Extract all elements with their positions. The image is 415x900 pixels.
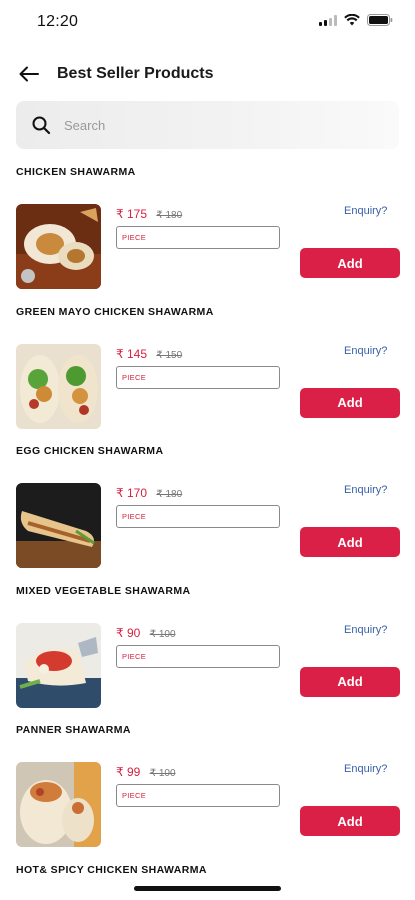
status-time: 12:20 <box>37 13 79 30</box>
enquiry-link[interactable]: Enquiry? <box>344 624 387 636</box>
unit-selector[interactable]: PIECE <box>116 505 280 528</box>
product-mrp: ₹ 100 <box>149 628 176 640</box>
enquiry-link[interactable]: Enquiry? <box>344 205 387 217</box>
product-name: MIXED VEGETABLE SHAWARMA <box>16 584 191 597</box>
enquiry-link[interactable]: Enquiry? <box>344 345 387 357</box>
wifi-icon <box>344 14 360 26</box>
unit-selector[interactable]: PIECE <box>116 226 280 249</box>
unit-selector[interactable]: PIECE <box>116 784 280 807</box>
product-mrp: ₹ 180 <box>156 210 183 221</box>
product-image-egg-chicken-shawarma[interactable] <box>16 483 101 568</box>
page-title: Best Seller Products <box>57 65 214 82</box>
product-mrp: ₹ 100 <box>149 768 176 779</box>
product-name: CHICKEN SHAWARMA <box>16 166 136 178</box>
product-price: ₹ 175 ₹ 180 <box>116 207 183 221</box>
product-image-green-mayo-chicken-shawarma[interactable] <box>16 343 101 429</box>
product-price: ₹ 145 ₹ 150 <box>116 346 183 361</box>
product-item: EGG CHICKEN SHAWARMA ₹ 170 ₹ 180 PIECE E… <box>0 441 415 581</box>
enquiry-link[interactable]: Enquiry? <box>344 763 387 775</box>
product-item: GREEN MAYO CHICKEN SHAWARMA ₹ 145 ₹ 150 … <box>0 302 415 442</box>
product-image-mixed-vegetable-shawarma[interactable] <box>16 622 101 708</box>
product-image-panner-shawarma[interactable] <box>16 762 101 847</box>
product-name: GREEN MAYO CHICKEN SHAWARMA <box>16 305 214 318</box>
status-icons <box>319 14 393 26</box>
add-button[interactable]: Add <box>300 666 400 697</box>
product-name: PANNER SHAWARMA <box>16 724 131 736</box>
search-bar[interactable] <box>16 101 399 149</box>
add-button[interactable]: Add <box>300 387 400 418</box>
product-list: CHICKEN SHAWARMA ₹ 175 ₹ 180 PIECE Enqui… <box>0 162 415 860</box>
back-arrow-icon[interactable] <box>16 61 42 87</box>
search-icon <box>32 116 51 135</box>
unit-selector[interactable]: PIECE <box>116 644 280 668</box>
product-image-chicken-shawarma[interactable] <box>16 204 101 289</box>
add-button[interactable]: Add <box>300 527 400 557</box>
product-price: ₹ 90 ₹ 100 <box>116 625 176 640</box>
status-bar: 12:20 <box>0 0 415 46</box>
product-price: ₹ 99 ₹ 100 <box>116 765 176 779</box>
product-mrp: ₹ 180 <box>156 489 183 500</box>
add-button[interactable]: Add <box>300 806 400 836</box>
product-item: PANNER SHAWARMA ₹ 99 ₹ 100 PIECE Enquiry… <box>0 720 415 860</box>
product-price: ₹ 170 ₹ 180 <box>116 486 183 500</box>
app-header: Best Seller Products <box>0 56 415 92</box>
add-button[interactable]: Add <box>300 248 400 278</box>
home-indicator[interactable] <box>134 886 281 891</box>
product-item: CHICKEN SHAWARMA ₹ 175 ₹ 180 PIECE Enqui… <box>0 162 415 302</box>
cellular-signal-icon <box>319 14 337 26</box>
product-item: MIXED VEGETABLE SHAWARMA ₹ 90 ₹ 100 PIEC… <box>0 581 415 721</box>
unit-selector[interactable]: PIECE <box>116 365 280 389</box>
battery-icon <box>367 14 393 26</box>
enquiry-link[interactable]: Enquiry? <box>344 484 387 496</box>
product-name: EGG CHICKEN SHAWARMA <box>16 445 164 457</box>
product-name: HOT& SPICY CHICKEN SHAWARMA <box>16 864 207 876</box>
product-mrp: ₹ 150 <box>156 349 183 361</box>
search-input[interactable] <box>64 113 384 137</box>
